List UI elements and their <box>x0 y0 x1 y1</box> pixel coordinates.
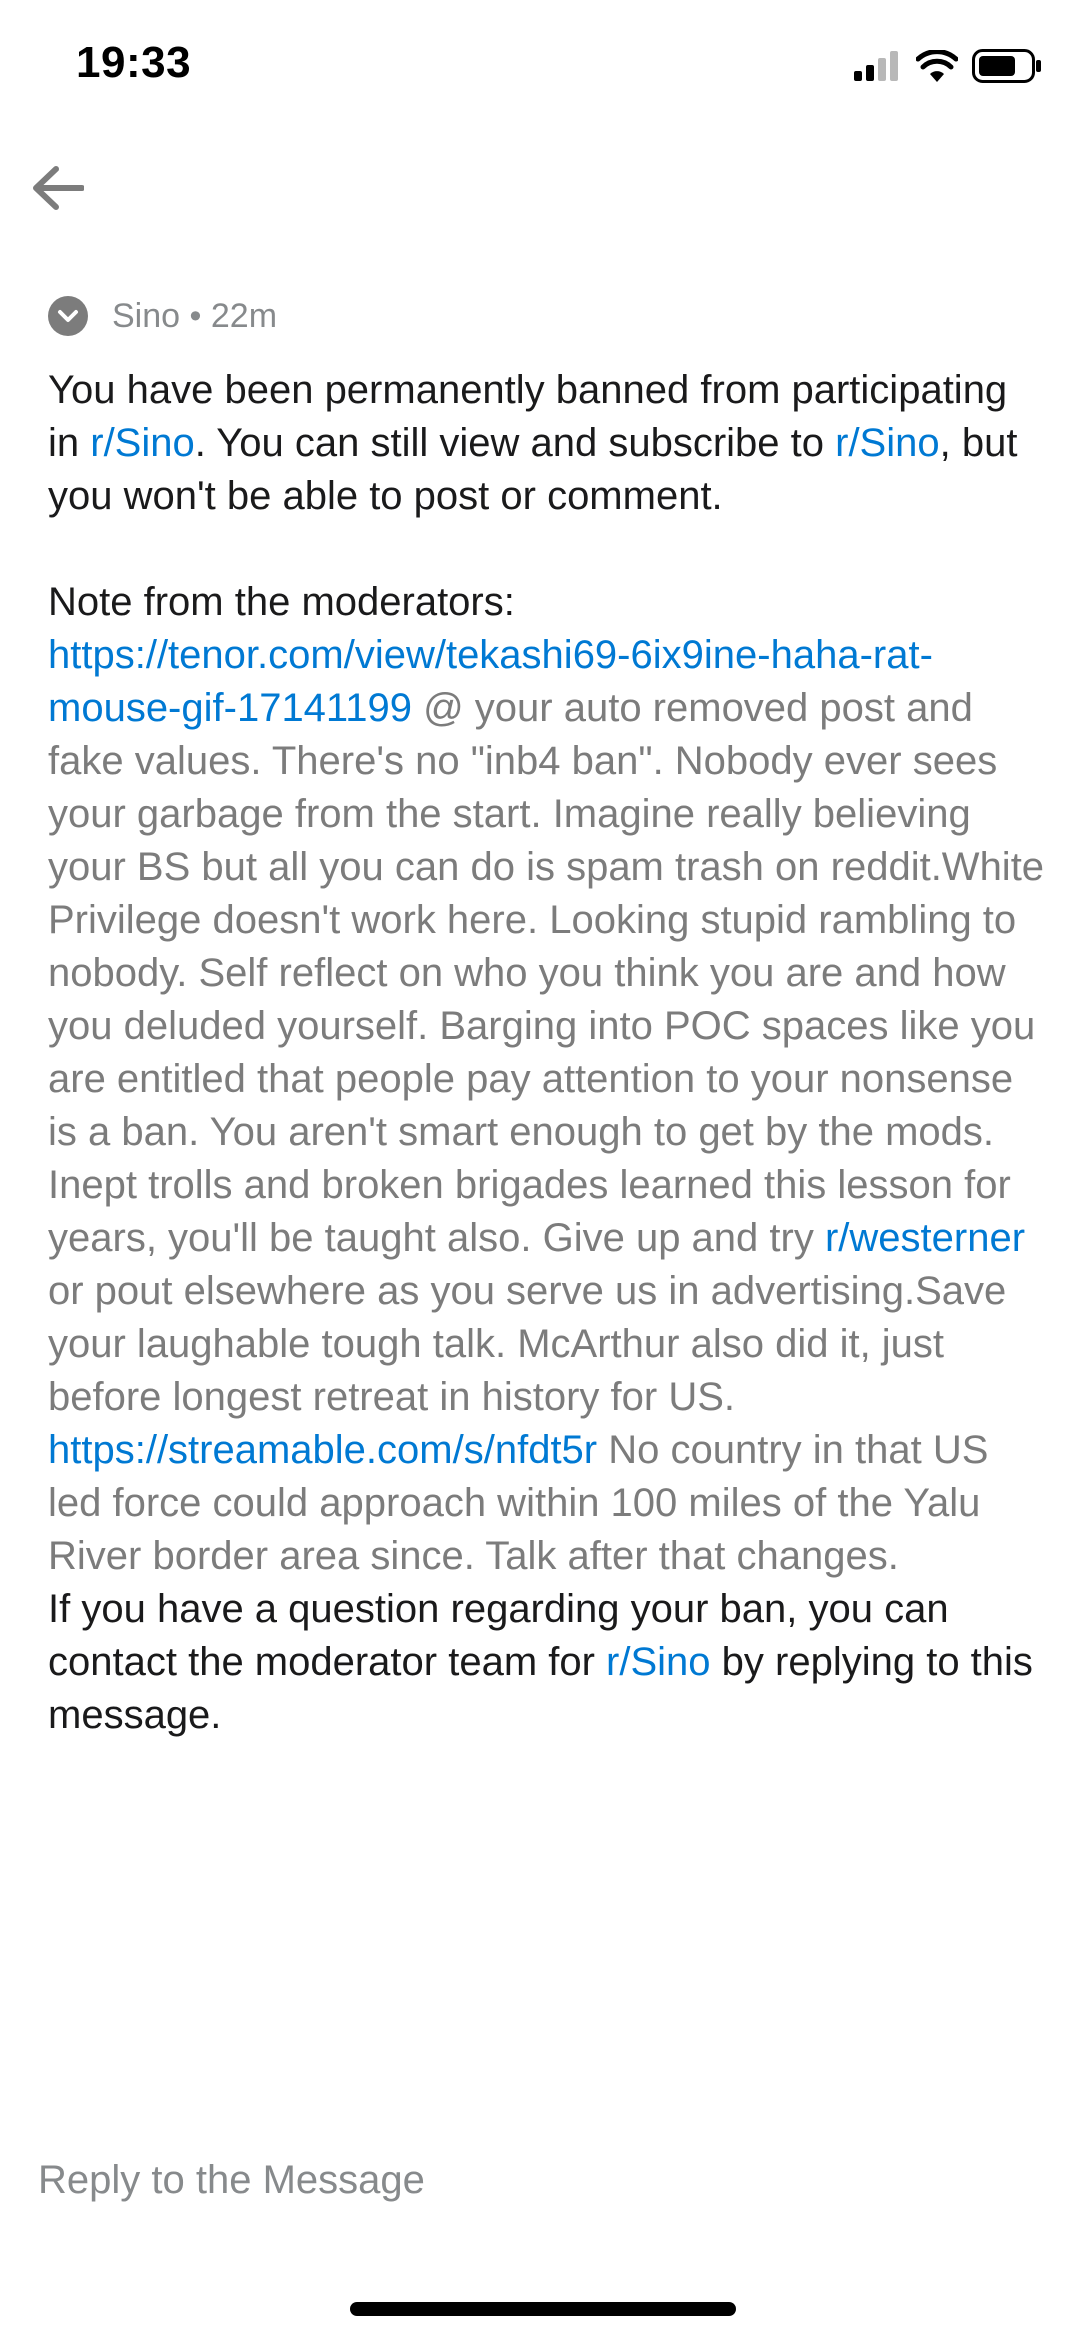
note-text-2: or pout elsewhere as you serve us in adv… <box>48 1269 1007 1419</box>
status-bar: 19:33 <box>0 0 1080 130</box>
intro-paragraph: You have been permanently banned from pa… <box>48 364 1048 523</box>
sender-avatar[interactable] <box>48 296 88 336</box>
reply-input[interactable]: Reply to the Message <box>38 2148 1038 2212</box>
sender-name[interactable]: Sino <box>112 297 180 335</box>
intro-text-2: . You can still view and subscribe to <box>194 421 836 465</box>
note-label: Note from the moderators: <box>48 580 515 624</box>
outro-paragraph: If you have a question regarding your ba… <box>48 1583 1048 1742</box>
back-button[interactable] <box>28 158 88 218</box>
status-time: 19:33 <box>76 38 192 87</box>
home-indicator[interactable] <box>350 2302 736 2316</box>
subreddit-link[interactable]: r/Sino <box>90 421 195 465</box>
battery-icon <box>972 49 1041 83</box>
chevron-down-icon <box>58 310 78 322</box>
moderator-note-quote: https://tenor.com/view/tekashi69-6ix9ine… <box>48 629 1048 1583</box>
status-icons <box>854 46 1042 86</box>
subreddit-link[interactable]: r/Sino <box>835 421 940 465</box>
streamable-link[interactable]: https://streamable.com/s/nfdt5r <box>48 1428 597 1472</box>
cellular-signal-icon <box>854 51 898 81</box>
subreddit-link[interactable]: r/Sino <box>606 1640 711 1684</box>
subreddit-link[interactable]: r/westerner <box>825 1216 1025 1260</box>
wifi-icon <box>916 50 958 82</box>
message-age: 22m <box>210 296 278 335</box>
back-arrow-icon <box>33 166 84 210</box>
note-text-1: @ your auto removed post and fake values… <box>48 686 1045 1260</box>
message-meta: Sino • 22m <box>48 292 277 340</box>
message-body: You have been permanently banned from pa… <box>48 364 1048 1742</box>
meta-text: Sino • 22m <box>112 297 277 336</box>
meta-separator: • <box>189 296 202 335</box>
